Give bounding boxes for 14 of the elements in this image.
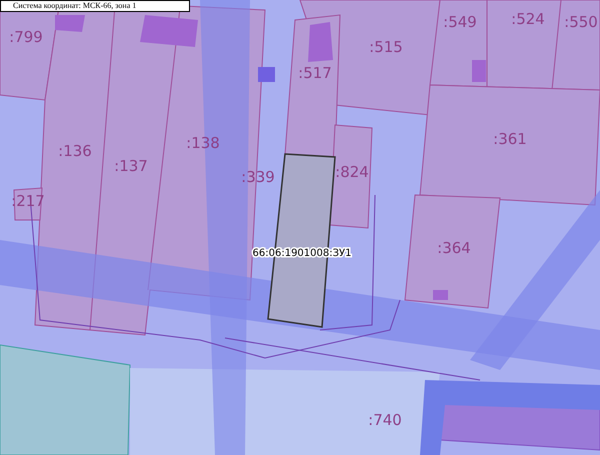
parcel-number: :517 (298, 64, 332, 82)
parcel-number: :136 (58, 142, 92, 160)
parcel-number: :824 (335, 163, 369, 181)
parcel-number: :524 (511, 10, 545, 28)
parcel-number: :740 (368, 411, 402, 429)
parcel-number: :549 (443, 13, 477, 31)
parcel-number: :799 (9, 28, 43, 46)
parcel-number: :550 (564, 13, 598, 31)
parcel-number: :364 (437, 239, 471, 257)
parcel-number: :137 (114, 157, 148, 175)
parcel-number: :361 (493, 130, 527, 148)
parcel-number: :138 (186, 134, 220, 152)
coordinate-system-note: Система координат: МСК-66, зона 1 (0, 0, 190, 12)
parcel-number: :515 (369, 38, 403, 56)
